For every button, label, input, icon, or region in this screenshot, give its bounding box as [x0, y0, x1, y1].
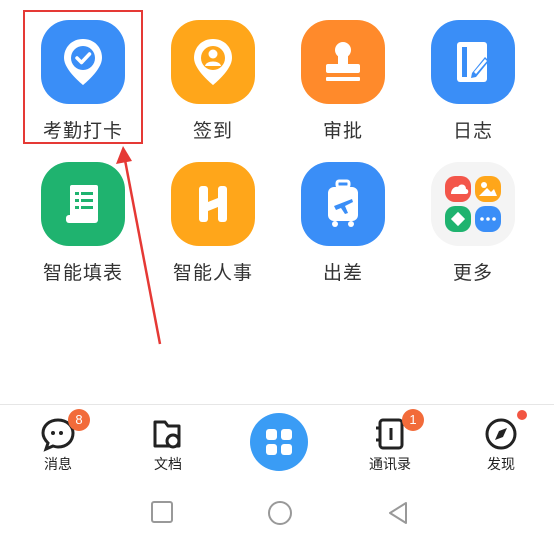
grid-apps-icon	[266, 429, 292, 455]
folder-doc-icon	[153, 420, 181, 449]
discover-notification-dot	[517, 410, 527, 420]
workspace-center-button[interactable]	[250, 413, 308, 471]
compass-icon	[485, 418, 517, 450]
contacts-badge: 1	[402, 409, 424, 431]
home-circle-icon[interactable]	[267, 500, 293, 526]
back-triangle-icon[interactable]	[386, 500, 410, 526]
tab-label: 文档	[154, 457, 182, 473]
tab-label: 发现	[487, 457, 515, 473]
tabbar-divider	[0, 404, 554, 405]
tab-label: 通讯录	[369, 457, 411, 473]
messages-badge: 8	[68, 409, 90, 431]
tab-label: 消息	[44, 457, 72, 473]
recent-apps-square-icon[interactable]	[150, 500, 174, 524]
